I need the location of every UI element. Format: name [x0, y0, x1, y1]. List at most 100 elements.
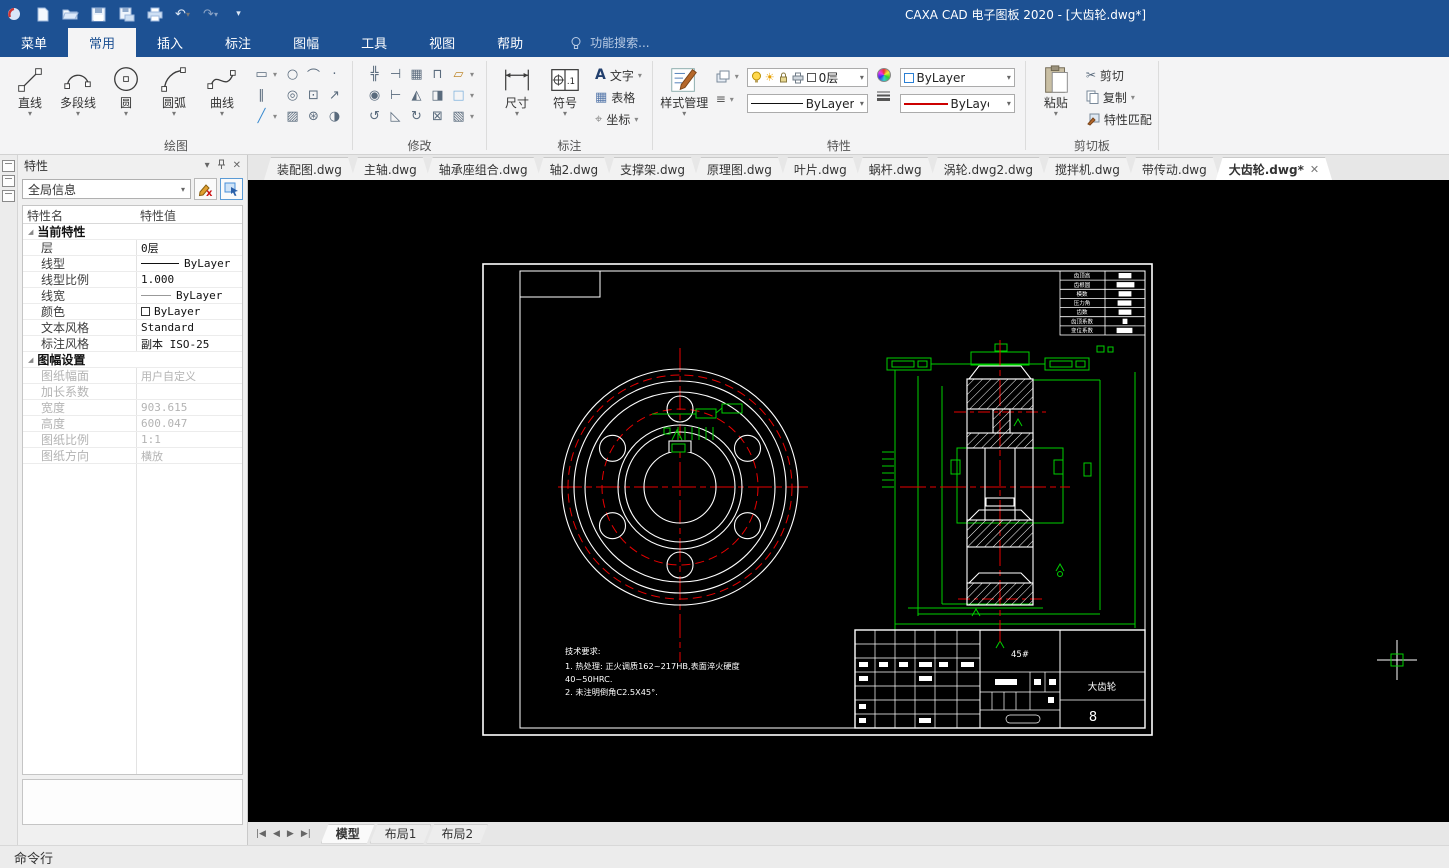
doc-tab[interactable]: 装配图.dwg [264, 157, 355, 180]
menu-tab-biaozhu[interactable]: 标注 [204, 28, 272, 57]
dimension-button[interactable]: 尺寸 ▾ [493, 61, 541, 118]
doc-tab[interactable]: 轴2.dwg [537, 157, 612, 180]
function-search[interactable]: 功能搜索... [570, 28, 650, 57]
arc-button[interactable]: 圆弧 ▾ [150, 61, 198, 118]
doc-tab[interactable]: 支撑架.dwg [607, 157, 698, 180]
menu-tab-shitu[interactable]: 视图 [408, 28, 476, 57]
prop-row-height[interactable]: 高度 600.047 [23, 416, 242, 432]
doc-tab[interactable]: 涡轮.dwg2.dwg [931, 157, 1046, 180]
first-layout-icon[interactable]: |◀ [256, 829, 266, 839]
section-current-properties[interactable]: ◢ 当前特性 [23, 224, 242, 240]
region-icon[interactable]: ◎ [283, 86, 302, 104]
redo-icon[interactable]: ↷ ▾ [202, 6, 219, 23]
copy-button[interactable]: 复制 ▾ [1086, 87, 1152, 107]
undo-icon[interactable]: ↶ ▾ [174, 6, 191, 23]
offset-icon[interactable]: ◨ [428, 86, 447, 104]
doc-tab[interactable]: 主轴.dwg [351, 157, 430, 180]
arrow-icon[interactable]: ↗ [325, 86, 344, 104]
doc-tab[interactable]: 叶片.dwg [781, 157, 860, 180]
move-icon[interactable]: ╬ [365, 65, 384, 83]
hatch-icon[interactable]: ▨ [283, 107, 302, 125]
panel-pin-icon[interactable] [217, 159, 226, 173]
scale-icon[interactable]: ↺ [365, 107, 384, 125]
mirror-icon[interactable]: ◭ [407, 86, 426, 104]
layout-tab-model[interactable]: 模型 [321, 824, 375, 844]
rectangle-icon[interactable]: ▭ [252, 65, 271, 83]
library-panel-tab-icon[interactable] [2, 175, 15, 187]
explode-icon[interactable]: ⊠ [428, 107, 447, 125]
frame-icon[interactable]: □ [449, 86, 468, 104]
erase-icon[interactable]: ▱ [449, 65, 468, 83]
cut-button[interactable]: ✂ 剪切 [1086, 65, 1152, 85]
prop-row-layer[interactable]: 层 0层 [23, 240, 242, 256]
layout-tab-layout1[interactable]: 布局1 [370, 824, 432, 844]
menu-tab-changyong[interactable]: 常用 [68, 28, 137, 57]
lineweight-combo[interactable]: ByLayer ▾ [899, 94, 1015, 113]
menu-tab-tufu[interactable]: 图幅 [272, 28, 340, 57]
new-file-icon[interactable] [34, 6, 51, 23]
doc-tab[interactable]: 轴承座组合.dwg [426, 157, 541, 180]
doc-tab[interactable]: 搅拌机.dwg [1042, 157, 1133, 180]
color-combo[interactable]: ByLayer ▾ [899, 68, 1015, 87]
prop-row-width[interactable]: 宽度 903.615 [23, 400, 242, 416]
section-sheet-settings[interactable]: ◢ 图幅设置 [23, 352, 242, 368]
next-layout-icon[interactable]: ▶ [287, 829, 294, 839]
color-wheel-icon[interactable] [876, 68, 891, 82]
point-icon[interactable]: · [325, 65, 344, 83]
coordinate-button[interactable]: ⌖ 坐标 ▾ [595, 109, 646, 129]
last-layout-icon[interactable]: ▶| [301, 829, 311, 839]
prev-layout-icon[interactable]: ◀ [273, 829, 280, 839]
prop-row-text-style[interactable]: 文本风格 Standard [23, 320, 242, 336]
linetype-tools-button[interactable]: ≡ ▾ [716, 91, 743, 107]
paste-button[interactable]: 粘贴 ▾ [1032, 61, 1080, 118]
qat-customize-icon[interactable]: ▾ [230, 6, 247, 23]
menu-tab-bangzhu[interactable]: 帮助 [476, 28, 544, 57]
panel-dropdown-icon[interactable]: ▾ [205, 160, 210, 171]
circle-button[interactable]: 圆 ▾ [102, 61, 150, 118]
text-button[interactable]: A 文字 ▾ [595, 65, 646, 85]
prop-row-scale[interactable]: 图纸比例 1:1 [23, 432, 242, 448]
drawing-canvas[interactable]: 齿顶高 齿根圆 模数 压力角 齿数 齿顶系数 变位系数 45# 大齿轮 8 技术… [248, 180, 1449, 822]
extend-icon[interactable]: ⊢ [386, 86, 405, 104]
prop-row-color[interactable]: 颜色 ByLayer [23, 304, 242, 320]
copy-entity-icon[interactable]: ◉ [365, 86, 384, 104]
trim-icon[interactable]: ⊣ [386, 65, 405, 83]
text-arc-icon[interactable]: ◑ [325, 107, 344, 125]
doc-tab[interactable]: 原理图.dwg [694, 157, 785, 180]
menu-tab-caidan[interactable]: 菜单 [0, 28, 68, 57]
gear-icon[interactable]: ⊛ [304, 107, 323, 125]
prop-row-orientation[interactable]: 图纸方向 横放 [23, 448, 242, 464]
prop-row-linetype[interactable]: 线型 ByLayer [23, 256, 242, 272]
clear-edit-button[interactable]: x [194, 178, 217, 200]
parallel-line-icon[interactable]: ∥ [252, 86, 271, 104]
prop-row-lengthen-factor[interactable]: 加长系数 [23, 384, 242, 400]
line-button[interactable]: 直线 ▾ [6, 61, 54, 118]
doc-tab-active[interactable]: 大齿轮.dwg* ✕ [1216, 157, 1332, 180]
prop-row-sheet-size[interactable]: 图纸幅面 用户自定义 [23, 368, 242, 384]
doc-tab[interactable]: 带传动.dwg [1129, 157, 1220, 180]
close-tab-icon[interactable]: ✕ [1310, 163, 1319, 176]
prop-row-lineweight[interactable]: 线宽 ByLayer [23, 288, 242, 304]
stretch-icon[interactable]: ⊓ [428, 65, 447, 83]
menu-tab-gongju[interactable]: 工具 [340, 28, 408, 57]
polyline-button[interactable]: 多段线 ▾ [54, 61, 102, 118]
hatch-edit-icon[interactable]: ▧ [449, 107, 468, 125]
layout-tab-layout2[interactable]: 布局2 [426, 824, 488, 844]
rotate-icon[interactable]: ↻ [407, 107, 426, 125]
prop-row-dim-style[interactable]: 标注风格 副本 ISO-25 [23, 336, 242, 352]
prop-row-linetype-scale[interactable]: 线型比例 1.000 [23, 272, 242, 288]
layer-combo[interactable]: ☀ 0层 ▾ [746, 68, 868, 87]
style-manager-button[interactable]: 样式管理 ▾ [659, 61, 710, 118]
sketch-line-icon[interactable]: ╱ [252, 107, 271, 125]
save-all-icon[interactable] [118, 6, 135, 23]
contour-icon[interactable]: ⌒ [304, 65, 323, 84]
properties-panel-tab-icon[interactable] [2, 160, 15, 172]
open-file-icon[interactable] [62, 6, 79, 23]
doc-tab[interactable]: 蜗杆.dwg [856, 157, 935, 180]
quick-select-button[interactable] [220, 178, 243, 200]
save-icon[interactable] [90, 6, 107, 23]
panel-close-icon[interactable]: ✕ [233, 160, 241, 171]
bolt-icon[interactable]: ⊡ [304, 86, 323, 104]
symbol-button[interactable]: .1 符号 ▾ [541, 61, 589, 118]
tool-palette-tab-icon[interactable] [2, 190, 15, 202]
